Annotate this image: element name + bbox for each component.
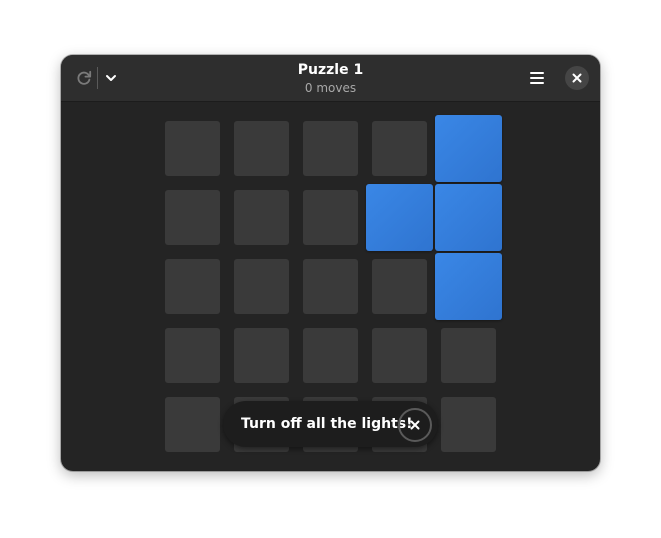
light-cell-r3-c4-off[interactable] bbox=[372, 259, 427, 314]
light-cell-r5-c1-off[interactable] bbox=[165, 397, 220, 452]
restart-icon bbox=[77, 70, 92, 85]
light-cell-r3-c5-on[interactable] bbox=[435, 253, 502, 320]
puzzle-dropdown-button[interactable] bbox=[98, 66, 124, 90]
light-cell-r1-c3-off[interactable] bbox=[303, 121, 358, 176]
light-cell-r3-c2-off[interactable] bbox=[234, 259, 289, 314]
header-bar: Puzzle 1 0 moves bbox=[61, 55, 600, 102]
hint-toast: Turn off all the lights! bbox=[223, 401, 438, 447]
close-icon bbox=[572, 73, 582, 83]
light-cell-r2-c1-off[interactable] bbox=[165, 190, 220, 245]
light-cell-r1-c4-off[interactable] bbox=[372, 121, 427, 176]
puzzle-window: Puzzle 1 0 moves Turn off all the lights… bbox=[61, 55, 600, 471]
window-close-button[interactable] bbox=[565, 66, 589, 90]
light-cell-r3-c3-off[interactable] bbox=[303, 259, 358, 314]
light-cell-r4-c5-off[interactable] bbox=[441, 328, 496, 383]
light-cell-r2-c5-on[interactable] bbox=[435, 184, 502, 251]
main-menu-button[interactable] bbox=[521, 65, 553, 91]
light-cell-r2-c3-off[interactable] bbox=[303, 190, 358, 245]
hamburger-menu-icon bbox=[530, 72, 544, 84]
toast-message: Turn off all the lights! bbox=[241, 416, 413, 432]
light-cell-r1-c5-on[interactable] bbox=[435, 115, 502, 182]
light-cell-r2-c2-off[interactable] bbox=[234, 190, 289, 245]
light-cell-r3-c1-off[interactable] bbox=[165, 259, 220, 314]
light-cell-r2-c4-on[interactable] bbox=[366, 184, 433, 251]
light-cell-r5-c5-off[interactable] bbox=[441, 397, 496, 452]
light-cell-r1-c1-off[interactable] bbox=[165, 121, 220, 176]
move-counter: 0 moves bbox=[304, 81, 357, 95]
toast-dismiss-button[interactable] bbox=[398, 408, 432, 442]
light-cell-r1-c2-off[interactable] bbox=[234, 121, 289, 176]
light-cell-r4-c3-off[interactable] bbox=[303, 328, 358, 383]
light-cell-r4-c4-off[interactable] bbox=[372, 328, 427, 383]
restart-button[interactable] bbox=[71, 66, 97, 90]
page-title: Puzzle 1 bbox=[297, 62, 364, 78]
restart-split-button bbox=[71, 66, 124, 90]
light-cell-r4-c1-off[interactable] bbox=[165, 328, 220, 383]
light-cell-r4-c2-off[interactable] bbox=[234, 328, 289, 383]
close-icon bbox=[410, 420, 420, 430]
window-title-area: Puzzle 1 0 moves bbox=[181, 61, 480, 96]
chevron-down-icon bbox=[106, 75, 116, 81]
